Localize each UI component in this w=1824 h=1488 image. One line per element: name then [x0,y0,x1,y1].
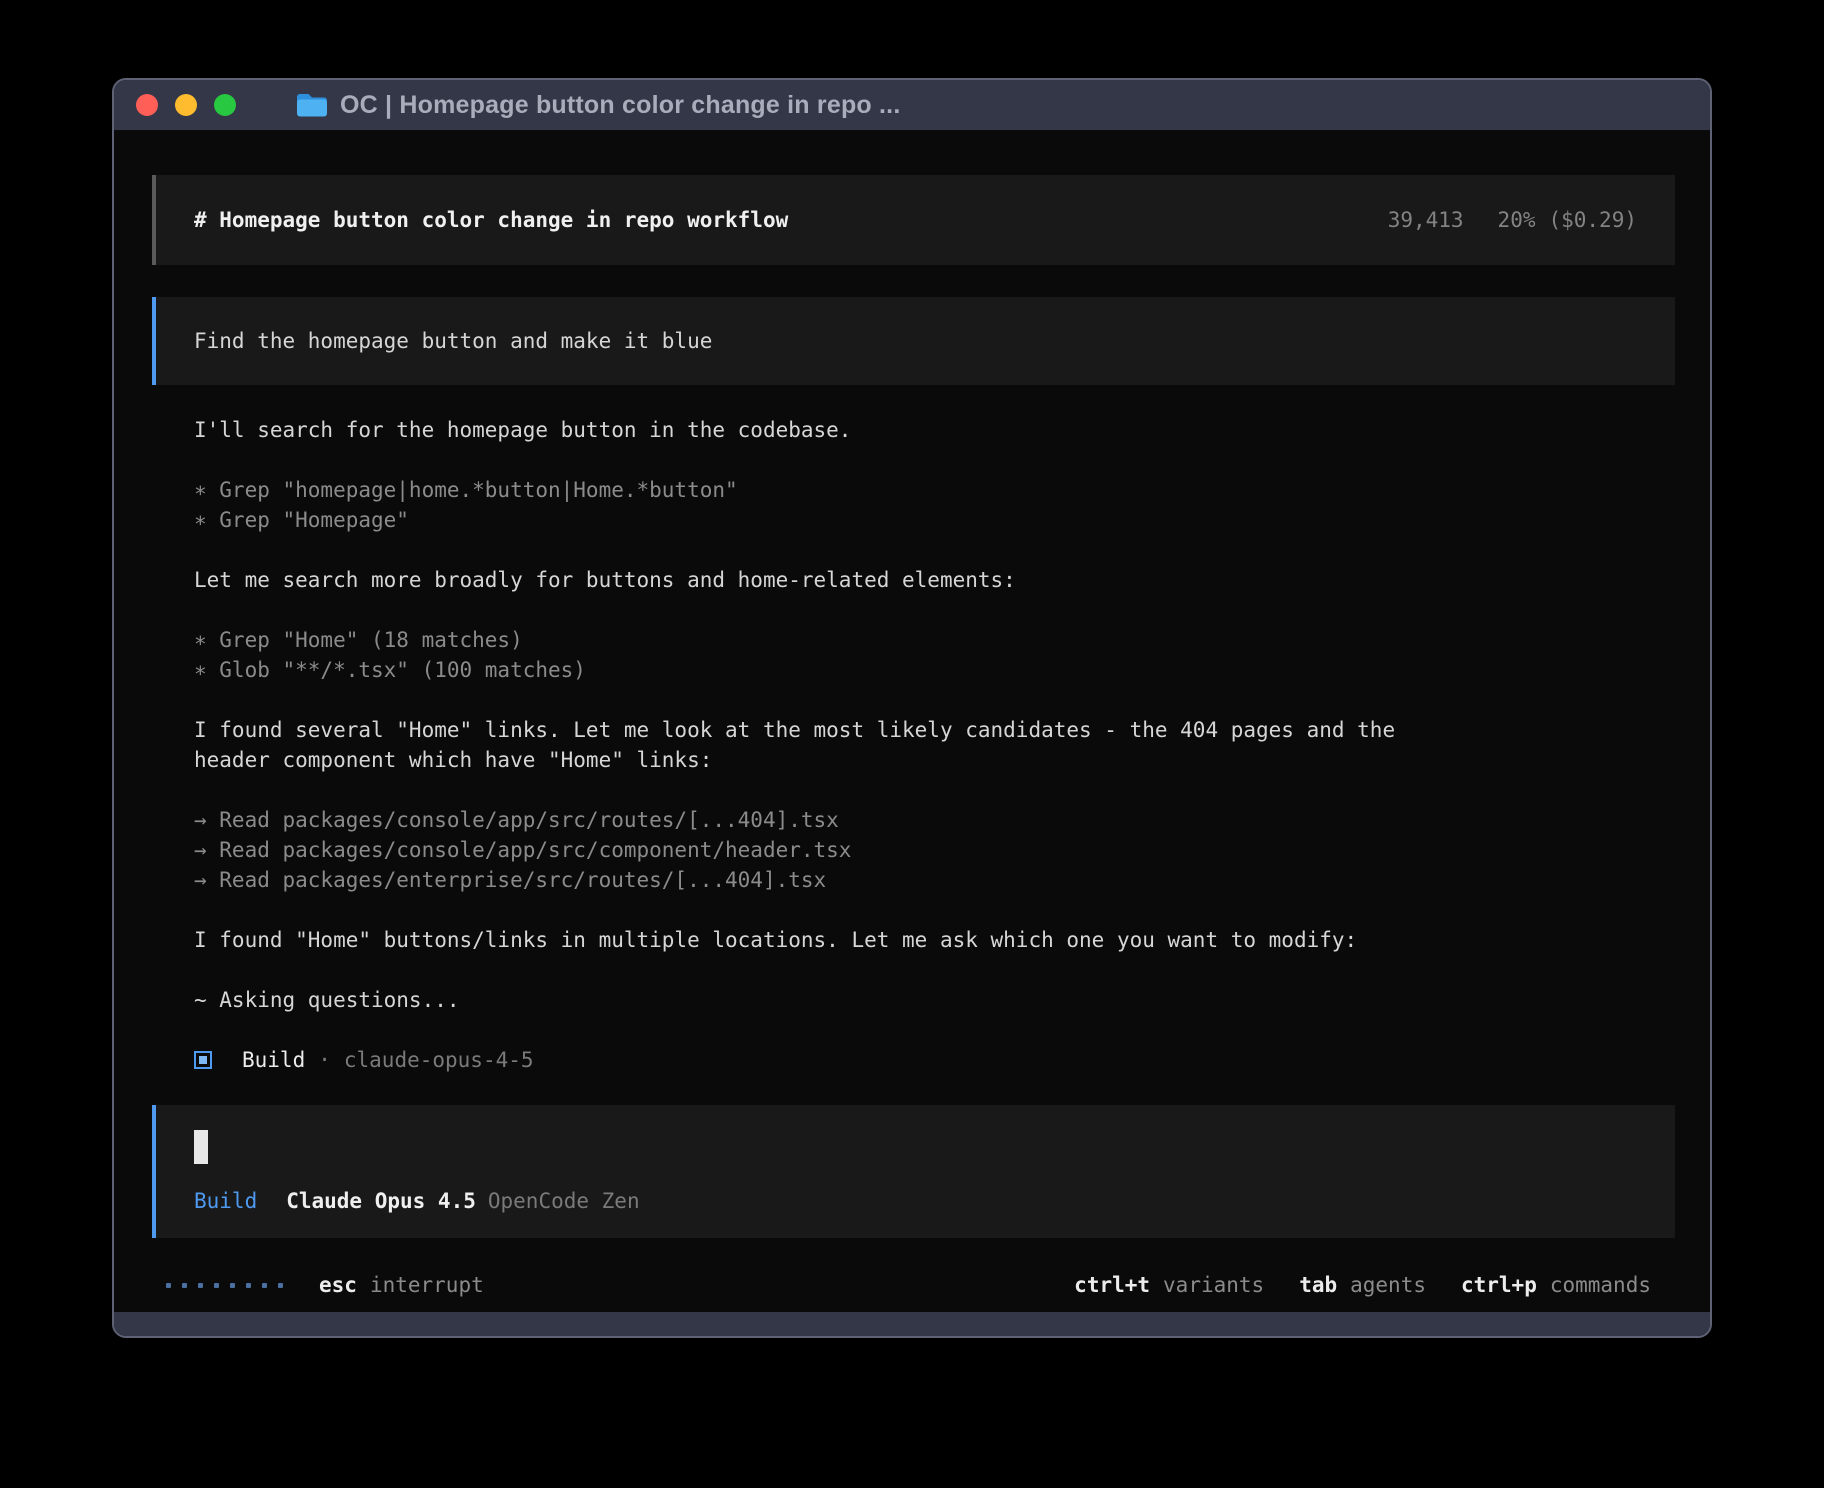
agent-badge-separator: · [318,1045,331,1075]
tool-call-line: → Read packages/console/app/src/routes/[… [194,805,1675,835]
shortcut-key: tab [1299,1270,1337,1300]
spinner-dot [278,1283,283,1288]
assistant-text-line: Let me search more broadly for buttons a… [194,565,1675,595]
session-header: # Homepage button color change in repo w… [152,175,1675,265]
tool-call-line: ∗ Grep "Homepage" [194,505,1675,535]
agent-badge: Build · claude-opus-4-5 [194,1045,1675,1075]
blank-line [194,895,1675,925]
agent-square-icon [194,1051,212,1069]
traffic-lights [136,94,236,116]
user-message: Find the homepage button and make it blu… [152,297,1675,385]
titlebar-title-group: OC | Homepage button color change in rep… [296,91,900,120]
session-cost: ($0.29) [1548,205,1637,235]
blank-line [194,775,1675,805]
shortcut-action: agents [1350,1270,1426,1300]
context-percent: 20% [1498,205,1536,235]
minimize-button[interactable] [175,94,197,116]
status-bar-right: ctrl+t variants tab agents ctrl+p comman… [1039,1270,1651,1300]
spinner-dot [230,1283,235,1288]
spinner-dot [198,1283,203,1288]
user-message-text: Find the homepage button and make it blu… [194,326,712,356]
shortcut-commands: ctrl+p commands [1461,1270,1651,1300]
folder-icon [296,92,328,118]
tool-call-line: ∗ Glob "**/*.tsx" (100 matches) [194,655,1675,685]
blank-line [194,535,1675,565]
close-button[interactable] [136,94,158,116]
assistant-text-line: header component which have "Home" links… [194,745,1675,775]
esc-action-hint: interrupt [370,1270,484,1300]
status-bar: esc interrupt ctrl+t variants tab agents… [166,1270,1675,1300]
blank-line [194,685,1675,715]
status-bar-left: esc interrupt [166,1270,484,1300]
terminal-window: OC | Homepage button color change in rep… [112,78,1712,1338]
shortcut-action: variants [1163,1270,1264,1300]
assistant-text-line: I found several "Home" links. Let me loo… [194,715,1675,745]
zoom-button[interactable] [214,94,236,116]
window-title: OC | Homepage button color change in rep… [340,91,900,120]
blank-line [194,955,1675,985]
spinner-dot [246,1283,251,1288]
shortcut-agents: tab agents [1299,1270,1426,1300]
assistant-text-line: ~ Asking questions... [194,985,1675,1015]
agent-badge-label: Build [242,1045,305,1075]
blank-line [194,445,1675,475]
window-footer-strip [114,1312,1710,1336]
spinner-dot [166,1283,171,1288]
window-titlebar[interactable]: OC | Homepage button color change in rep… [114,80,1710,130]
shortcut-key: ctrl+p [1461,1270,1537,1300]
esc-key-hint: esc [319,1270,357,1300]
tool-call-line: ∗ Grep "homepage|home.*button|Home.*butt… [194,475,1675,505]
text-cursor [194,1130,208,1164]
blank-line [194,595,1675,625]
composer-agent-label: Build [194,1186,257,1216]
tool-call-line: → Read packages/enterprise/src/routes/[.… [194,865,1675,895]
blank-line [194,1015,1675,1045]
agent-badge-model: claude-opus-4-5 [344,1045,534,1075]
composer-status-line: Build Claude Opus 4.5 OpenCode Zen [194,1186,1637,1216]
tool-call-line: ∗ Grep "Home" (18 matches) [194,625,1675,655]
spinner-dots [166,1283,283,1288]
composer-provider-label: OpenCode Zen [488,1186,640,1216]
assistant-text-line: I'll search for the homepage button in t… [194,415,1675,445]
tool-call-line: → Read packages/console/app/src/componen… [194,835,1675,865]
composer-model-label: Claude Opus 4.5 [286,1186,476,1216]
spinner-dot [262,1283,267,1288]
spinner-dot [182,1283,187,1288]
conversation: I'll search for the homepage button in t… [194,415,1675,1045]
prompt-input[interactable]: Build Claude Opus 4.5 OpenCode Zen [152,1105,1675,1238]
assistant-text-line: I found "Home" buttons/links in multiple… [194,925,1675,955]
spinner-dot [214,1283,219,1288]
terminal-content: # Homepage button color change in repo w… [114,130,1710,1312]
session-title: # Homepage button color change in repo w… [194,205,788,235]
shortcut-key: ctrl+t [1074,1270,1150,1300]
shortcut-variants: ctrl+t variants [1074,1270,1264,1300]
token-count: 39,413 [1388,205,1464,235]
shortcut-action: commands [1550,1270,1651,1300]
session-stats: 39,413 20% ($0.29) [1388,205,1637,235]
